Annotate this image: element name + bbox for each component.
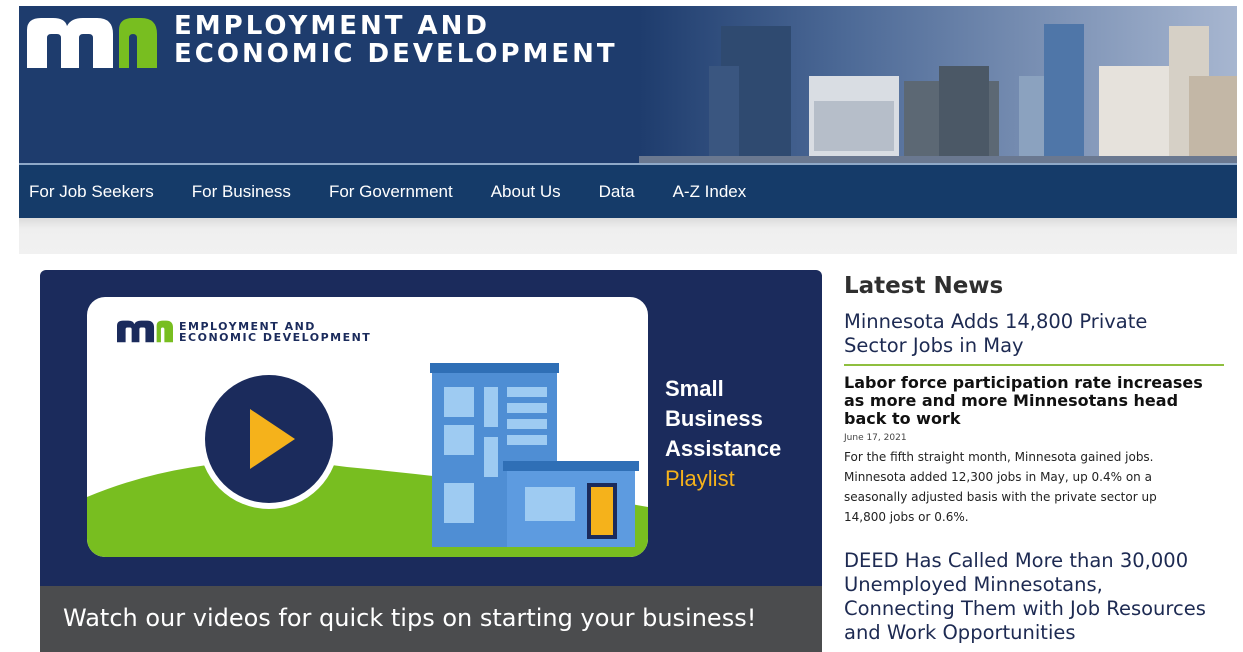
promo-title-line2: Business [665, 406, 763, 431]
nav-about-us[interactable]: About Us [491, 182, 561, 202]
nav-for-government[interactable]: For Government [329, 182, 453, 202]
news-item-1-body-line1: For the fifth straight month, Minnesota … [844, 450, 1154, 464]
news-item-1-body-line2: Minnesota added 12,300 jobs in May, up 0… [844, 470, 1152, 484]
nav-a-z-index[interactable]: A-Z Index [673, 182, 747, 202]
promo-title: Small Business Assistance Playlist [665, 374, 781, 494]
news-item-1-body-line4: 14,800 jobs or 0.6%. [844, 510, 969, 524]
agency-name-line1: EMPLOYMENT AND [174, 11, 490, 41]
nav-shadow-bar [19, 218, 1237, 254]
promo-title-line4: Playlist [665, 466, 735, 491]
news-item-1-subhead-line2: as more and more Minnesotans head [844, 391, 1179, 410]
agency-name: EMPLOYMENT AND ECONOMIC DEVELOPMENT [174, 12, 618, 68]
news-item-1-title-line2: Sector Jobs in May [844, 334, 1024, 357]
news-item-1-date: June 17, 2021 [844, 433, 907, 443]
promo-title-line3: Assistance [665, 436, 782, 461]
city-skyline-image [639, 6, 1237, 163]
news-item-2-title[interactable]: DEED Has Called More than 30,000 Unemplo… [844, 549, 1224, 645]
news-item-1-title[interactable]: Minnesota Adds 14,800 Private Sector Job… [844, 310, 1224, 366]
nav-for-business[interactable]: For Business [192, 182, 291, 202]
news-item-2-title-line1: DEED Has Called More than 30,000 [844, 549, 1189, 572]
news-heading: Latest News [844, 273, 1004, 299]
card-agency-line2: ECONOMIC DEVELOPMENT [179, 331, 372, 344]
news-item-2-title-line3: Connecting Them with Job Resources [844, 597, 1206, 620]
news-item-1-body-line3: seasonally adjusted basis with the priva… [844, 490, 1157, 504]
news-item-2-title-line4: and Work Opportunities [844, 621, 1076, 644]
news-item-1-subhead: Labor force participation rate increases… [844, 374, 1224, 428]
card-agency-name: EMPLOYMENT AND ECONOMIC DEVELOPMENT [179, 321, 371, 343]
agency-name-line2: ECONOMIC DEVELOPMENT [174, 39, 618, 69]
news-item-1-subhead-line3: back to work [844, 409, 961, 428]
site-header: EMPLOYMENT AND ECONOMIC DEVELOPMENT [19, 6, 1237, 163]
promo-caption[interactable]: Watch our videos for quick tips on start… [40, 586, 822, 652]
video-promo[interactable]: EMPLOYMENT AND ECONOMIC DEVELOPMENT Smal… [40, 270, 822, 652]
news-item-1-title-line1: Minnesota Adds 14,800 Private [844, 310, 1148, 333]
nav-for-job-seekers[interactable]: For Job Seekers [29, 182, 154, 202]
main-navigation: For Job Seekers For Business For Governm… [19, 163, 1237, 218]
nav-data[interactable]: Data [599, 182, 635, 202]
video-thumbnail-card[interactable]: EMPLOYMENT AND ECONOMIC DEVELOPMENT [87, 297, 648, 557]
promo-title-line1: Small [665, 376, 724, 401]
news-item-2-title-line2: Unemployed Minnesotans, [844, 573, 1103, 596]
card-mn-logo-icon [117, 320, 173, 343]
latest-news: Latest News Minnesota Adds 14,800 Privat… [844, 270, 1224, 645]
mn-logo-icon[interactable] [27, 16, 157, 68]
news-item-1-body: For the fifth straight month, Minnesota … [844, 447, 1224, 527]
news-item-1-subhead-line1: Labor force participation rate increases [844, 373, 1203, 392]
